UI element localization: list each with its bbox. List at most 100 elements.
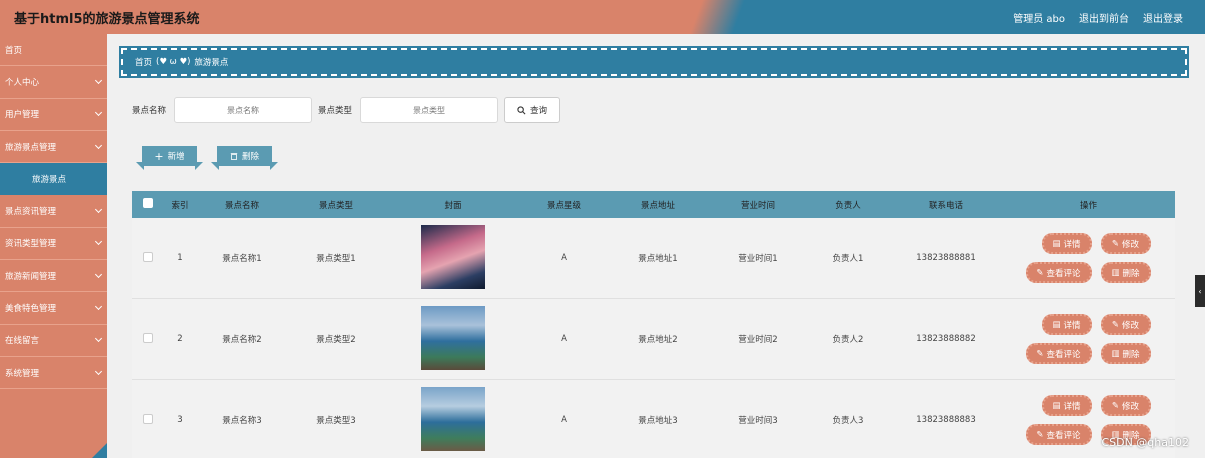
star-cell: A — [561, 253, 567, 263]
edit-button-label: 修改 — [1122, 320, 1140, 331]
row-index: 2 — [177, 334, 183, 344]
manager-cell: 负责人2 — [832, 335, 864, 345]
column-header: 操作 — [1079, 200, 1097, 211]
breadcrumb-home[interactable]: 首页 — [135, 56, 152, 68]
scenic-name-label: 景点名称 — [132, 106, 167, 116]
manager-cell: 负责人3 — [832, 416, 864, 426]
row-index: 3 — [177, 415, 183, 425]
column-header: 封面 — [444, 200, 462, 211]
detail-button-label: 详情 — [1063, 401, 1081, 412]
star-cell: A — [561, 334, 567, 344]
table-row: 2 景点名称2 景点类型2 A 景点地址2 营业时间2 负责人2 1382388… — [132, 299, 1175, 380]
column-header: 索引 — [171, 200, 189, 211]
document-icon: ▤ — [1052, 400, 1061, 411]
query-button[interactable]: 查询 — [504, 97, 561, 123]
scenic-type-label: 景点类型 — [318, 106, 353, 116]
row-delete-button-label: 删除 — [1122, 268, 1140, 279]
trash-icon: ▥ — [1111, 267, 1120, 278]
breadcrumb-current: 旅游景点 — [194, 58, 229, 68]
sidebar-item-news-type-management[interactable]: 资讯类型管理 — [0, 228, 107, 261]
sidebar-item-scenic-news-management[interactable]: 景点资讯管理 — [0, 195, 107, 228]
phone-cell: 13823888881 — [916, 253, 976, 263]
view-comments-button[interactable]: ✎ 查看评论 — [1025, 424, 1092, 445]
sidebar-item-label: 资讯类型管理 — [5, 239, 57, 250]
edit-button[interactable]: ✎ 修改 — [1100, 395, 1151, 416]
sidebar-item-label: 旅游景点 — [32, 174, 67, 185]
watermark: CSDN @qha102 — [1101, 436, 1189, 449]
chevron-down-icon — [94, 109, 103, 117]
column-header: 景点名称 — [224, 200, 259, 211]
exit-to-front-link[interactable]: 退出到前台 — [1079, 10, 1129, 25]
app-title: 基于html5的旅游景点管理系统 — [14, 12, 200, 27]
sidebar-item-scenic-spots[interactable]: 旅游景点 — [0, 163, 107, 196]
view-comments-button[interactable]: ✎ 查看评论 — [1025, 343, 1092, 364]
chevron-down-icon — [94, 238, 103, 246]
edit-icon: ✎ — [1036, 348, 1044, 359]
address-cell: 景点地址2 — [638, 335, 678, 345]
sidebar-item-label: 系统管理 — [5, 368, 40, 379]
column-header: 景点类型 — [318, 200, 353, 211]
sidebar-item-personal-center[interactable]: 个人中心 — [0, 66, 107, 99]
phone-cell: 13823888883 — [916, 415, 976, 425]
sidebar-item-label: 美食特色管理 — [5, 304, 57, 315]
column-header: 景点星级 — [546, 200, 581, 211]
chevron-down-icon — [94, 367, 103, 375]
row-delete-button[interactable]: ▥ 删除 — [1100, 343, 1151, 364]
edit-icon: ✎ — [1111, 319, 1120, 330]
edit-icon: ✎ — [1111, 400, 1120, 411]
scenic-name-input[interactable] — [174, 97, 313, 123]
sidebar-item-food-management[interactable]: 美食特色管理 — [0, 292, 107, 325]
top-header: 基于html5的旅游景点管理系统 管理员 abo 退出到前台 退出登录 — [0, 0, 1205, 34]
sidebar-item-system-management[interactable]: 系统管理 — [0, 357, 107, 390]
edit-icon: ✎ — [1036, 429, 1044, 440]
edit-icon: ✎ — [1111, 238, 1120, 249]
admin-user-label[interactable]: 管理员 abo — [1013, 10, 1065, 25]
column-header: 负责人 — [835, 200, 861, 211]
sidebar-item-label: 首页 — [5, 45, 23, 56]
document-icon: ▤ — [1052, 319, 1061, 330]
edit-button[interactable]: ✎ 修改 — [1100, 314, 1151, 335]
phone-cell: 13823888882 — [916, 334, 976, 344]
search-icon — [517, 105, 526, 114]
sidebar-item-label: 个人中心 — [5, 77, 40, 88]
scenic-type-cell: 景点类型2 — [316, 335, 356, 345]
table-header: 索引 景点名称 景点类型 封面 景点星级 景点地址 营业时间 负责人 联系电话 … — [132, 191, 1175, 218]
search-bar: 景点名称 景点类型 查询 — [132, 97, 561, 123]
scenic-name-cell: 景点名称3 — [222, 416, 262, 426]
collapse-panel-toggle[interactable]: ‹ — [1195, 275, 1205, 307]
add-button[interactable]: + 新增 — [136, 146, 203, 170]
view-comments-button-label: 查看评论 — [1046, 430, 1081, 441]
table-row: 3 景点名称3 景点类型3 A 景点地址3 营业时间3 负责人3 1382388… — [132, 380, 1175, 458]
row-checkbox[interactable] — [143, 413, 153, 424]
sidebar-item-home[interactable]: 首页 — [0, 34, 107, 67]
sidebar-item-online-message[interactable]: 在线留言 — [0, 325, 107, 357]
view-comments-button-label: 查看评论 — [1046, 268, 1081, 279]
hours-cell: 营业时间3 — [738, 416, 778, 426]
sidebar-item-travel-news-management[interactable]: 旅游新闻管理 — [0, 260, 107, 293]
cover-image — [421, 305, 485, 370]
logout-link[interactable]: 退出登录 — [1143, 10, 1183, 25]
chevron-down-icon — [94, 335, 103, 343]
detail-button[interactable]: ▤ 详情 — [1041, 233, 1092, 254]
column-header: 景点地址 — [640, 200, 675, 211]
detail-button[interactable]: ▤ 详情 — [1041, 314, 1092, 335]
detail-button[interactable]: ▤ 详情 — [1041, 395, 1092, 416]
delete-button[interactable]: 删除 — [211, 146, 278, 170]
sidebar-item-user-management[interactable]: 用户管理 — [0, 99, 107, 131]
chevron-down-icon — [94, 141, 103, 149]
edit-button[interactable]: ✎ 修改 — [1100, 233, 1151, 254]
row-delete-button[interactable]: ▥ 删除 — [1100, 262, 1151, 283]
detail-button-label: 详情 — [1063, 239, 1081, 250]
hours-cell: 营业时间2 — [738, 335, 778, 345]
scenic-type-input[interactable] — [360, 97, 499, 123]
header-user-links: 管理员 abo 退出到前台 退出登录 — [1013, 10, 1183, 25]
sidebar-item-scenic-management[interactable]: 旅游景点管理 — [0, 131, 107, 164]
sidebar-item-label: 旅游景点管理 — [5, 142, 57, 153]
row-checkbox[interactable] — [143, 251, 153, 262]
address-cell: 景点地址3 — [638, 416, 678, 426]
view-comments-button[interactable]: ✎ 查看评论 — [1025, 262, 1092, 283]
hours-cell: 营业时间1 — [738, 254, 778, 264]
sidebar-item-label: 景点资讯管理 — [5, 207, 57, 218]
row-checkbox[interactable] — [143, 332, 153, 343]
select-all-checkbox[interactable] — [143, 198, 153, 208]
